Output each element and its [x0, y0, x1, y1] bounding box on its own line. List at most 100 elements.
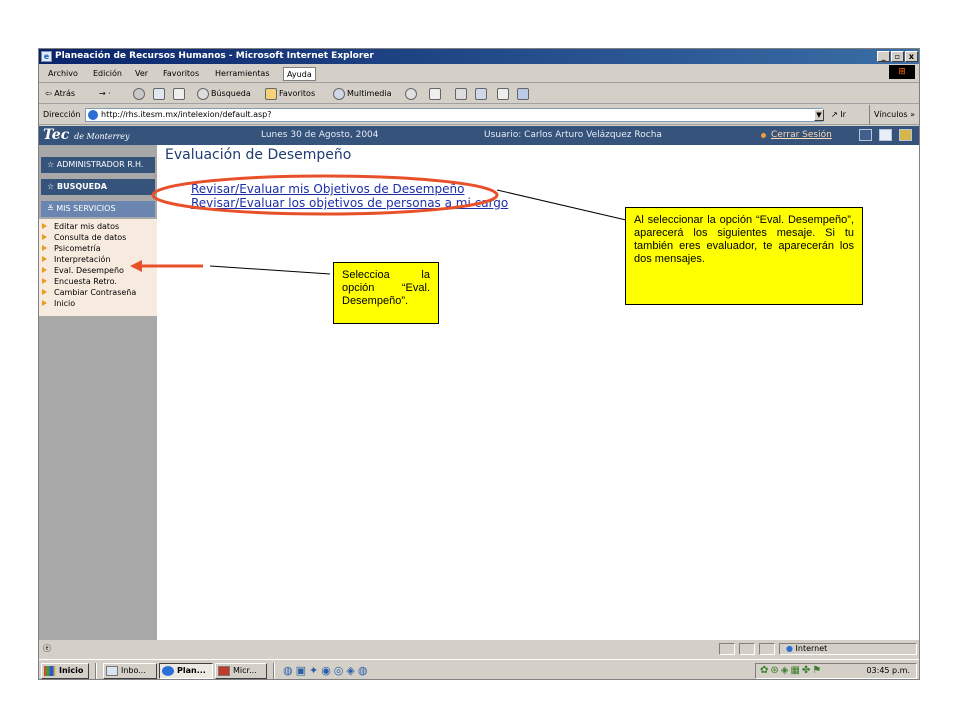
ie-icon [162, 666, 174, 676]
sidebar-item-label: Interpretación [54, 255, 111, 264]
minimize-button[interactable]: _ [877, 51, 890, 62]
search-button[interactable]: Búsqueda [197, 84, 251, 104]
stop-icon [133, 87, 145, 100]
sidebar-item-label: Encuesta Retro. [54, 277, 117, 286]
start-button[interactable]: Inicio [41, 663, 89, 679]
links-button[interactable]: Vínculos » [869, 105, 915, 125]
page-icon [88, 110, 98, 120]
sidebar-item-encuesta[interactable]: Encuesta Retro. [39, 276, 157, 287]
link-mis-objetivos[interactable]: Revisar/Evaluar mis Objetivos de Desempe… [191, 182, 464, 196]
back-arrow-icon: ⇦ [45, 89, 52, 98]
refresh-button[interactable] [153, 84, 167, 104]
links-label: Vínculos [874, 110, 908, 119]
annotation-note-left: Seleccioa la opción “Eval. Desempeño”. [333, 262, 439, 324]
maximize-button[interactable]: ▫ [891, 51, 904, 62]
bullet-icon [42, 223, 47, 229]
forward-arrow-icon: → · [99, 89, 111, 98]
address-input[interactable]: http://rhs.itesm.mx/intelexion/default.a… [85, 108, 823, 122]
system-tray: ✿⊛◈▦✤⚑ 03:45 p.m. [755, 663, 917, 679]
window-icon[interactable] [879, 129, 892, 141]
help-icon[interactable] [899, 129, 912, 141]
sidebar-item-consulta[interactable]: Consulta de datos [39, 232, 157, 243]
zone-pane: ● Internet [779, 643, 917, 655]
edit-button[interactable] [475, 84, 489, 104]
taskbar-divider [95, 663, 97, 679]
bullet-icon [42, 256, 47, 262]
menu-edicion[interactable]: Edición [93, 65, 122, 83]
windows-flag-icon [44, 666, 56, 676]
quick-launch-icons[interactable]: ◍▣✦◉◎◈◍ [283, 664, 370, 677]
sidebar-admin-label: ADMINISTRADOR R.H. [56, 160, 144, 169]
task-label: Inbo... [121, 666, 146, 675]
sidebar-busqueda-label: BUSQUEDA [56, 182, 107, 191]
windows-logo-icon: ⊞ [889, 65, 915, 79]
bullet-icon [42, 278, 47, 284]
logo-sub: de Monterrey [74, 132, 130, 141]
close-button[interactable]: x [905, 51, 918, 62]
go-button[interactable]: ↗ Ir [831, 105, 846, 125]
toolbar: ⇦ Atrás → · Búsqueda Favoritos Multimedi… [39, 84, 919, 104]
sidebar-admin-header[interactable]: ☆ ADMINISTRADOR R.H. [41, 157, 155, 173]
annotation-note-right: Al seleccionar la opción “Eval. Desempeñ… [625, 207, 863, 305]
sidebar-busqueda-header[interactable]: ☆ BUSQUEDA [41, 179, 155, 195]
sidebar-servicios-header[interactable]: ≚ MIS SERVICIOS [41, 201, 155, 217]
back-label: Atrás [54, 89, 76, 98]
search-icon [197, 87, 209, 100]
menu-archivo[interactable]: Archivo [48, 65, 78, 83]
media-button[interactable]: Multimedia [333, 84, 391, 104]
status-pane [719, 643, 735, 655]
home-button[interactable] [173, 84, 187, 104]
site-header: Tec de Monterrey Lunes 30 de Agosto, 200… [39, 126, 919, 145]
bullet-icon [42, 245, 47, 251]
sidebar-item-inicio[interactable]: Inicio [39, 298, 157, 309]
menu-favoritos[interactable]: Favoritos [163, 65, 199, 83]
address-dropdown-icon[interactable]: ▼ [814, 109, 824, 121]
sidebar-menu: Editar mis datos Consulta de datos Psico… [39, 219, 157, 316]
task-label: Plan... [177, 666, 206, 675]
task-microsoft[interactable]: Micr... [215, 663, 267, 679]
sidebar-item-interpretacion[interactable]: Interpretación [39, 254, 157, 265]
menu-herramientas[interactable]: Herramientas [215, 65, 270, 83]
sidebar-item-label: Editar mis datos [54, 222, 120, 231]
users-icon[interactable] [859, 129, 872, 141]
favorites-icon [265, 87, 277, 100]
back-button[interactable]: ⇦ Atrás [45, 84, 75, 104]
menu-ver[interactable]: Ver [135, 65, 148, 83]
window-title: Planeación de Recursos Humanos - Microso… [55, 51, 374, 61]
go-label: Ir [840, 110, 846, 119]
sidebar-item-editar[interactable]: Editar mis datos [39, 221, 157, 232]
tray-icons[interactable]: ✿⊛◈▦✤⚑ [760, 664, 823, 678]
discuss-button[interactable] [497, 84, 511, 104]
ie-icon: e [41, 51, 52, 62]
refresh-icon [153, 87, 165, 100]
sidebar-item-psicometria[interactable]: Psicometría [39, 243, 157, 254]
status-pane [759, 643, 775, 655]
taskbar: Inicio Inbo... Plan... Micr... ◍▣✦◉◎◈◍ ✿… [39, 659, 919, 679]
address-bar: Dirección http://rhs.itesm.mx/intelexion… [39, 105, 919, 125]
stop-button[interactable] [133, 84, 147, 104]
taskbar-divider [273, 663, 275, 679]
sidebar-item-contrasena[interactable]: Cambiar Contraseña [39, 287, 157, 298]
favorites-button[interactable]: Favoritos [265, 84, 315, 104]
link-objetivos-personas[interactable]: Revisar/Evaluar los objetivos de persona… [191, 196, 508, 210]
messenger-button[interactable] [517, 84, 531, 104]
task-inbox[interactable]: Inbo... [103, 663, 157, 679]
logout-bullet-icon [761, 133, 766, 138]
menu-ayuda[interactable]: Ayuda [283, 67, 316, 81]
powerpoint-icon [218, 666, 230, 676]
logout-link[interactable]: Cerrar Sesión [771, 126, 832, 145]
mail-button[interactable] [429, 84, 443, 104]
forward-button[interactable]: → · [99, 84, 111, 104]
sidebar-item-label: Eval. Desempeño [54, 266, 124, 275]
home-icon [173, 87, 185, 100]
sidebar: ☆ ADMINISTRADOR R.H. ☆ BUSQUEDA ≚ MIS SE… [39, 145, 157, 640]
address-label: Dirección [43, 110, 81, 119]
print-button[interactable] [455, 84, 469, 104]
zone-label: Internet [795, 644, 828, 653]
sidebar-item-eval-desempeno[interactable]: Eval. Desempeño [39, 265, 157, 276]
media-icon [333, 87, 345, 100]
history-button[interactable] [405, 84, 419, 104]
sidebar-servicios-label: MIS SERVICIOS [56, 204, 116, 213]
task-planeacion[interactable]: Plan... [159, 663, 213, 679]
history-icon [405, 87, 417, 100]
